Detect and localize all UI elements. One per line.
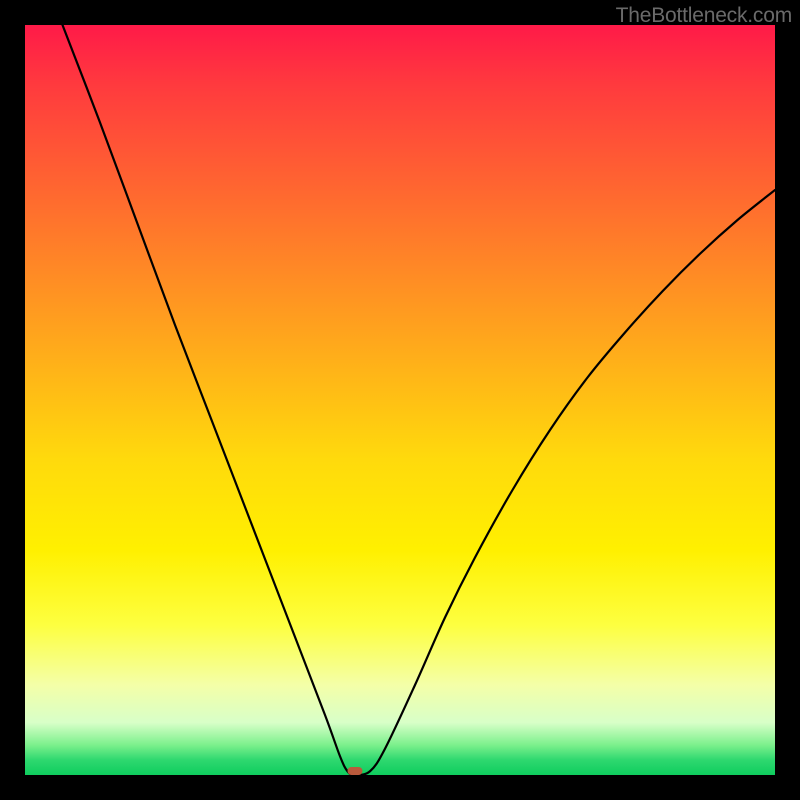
plot-area [25,25,775,775]
min-marker [348,767,363,775]
bottleneck-curve [25,25,775,775]
chart-frame: TheBottleneck.com [0,0,800,800]
